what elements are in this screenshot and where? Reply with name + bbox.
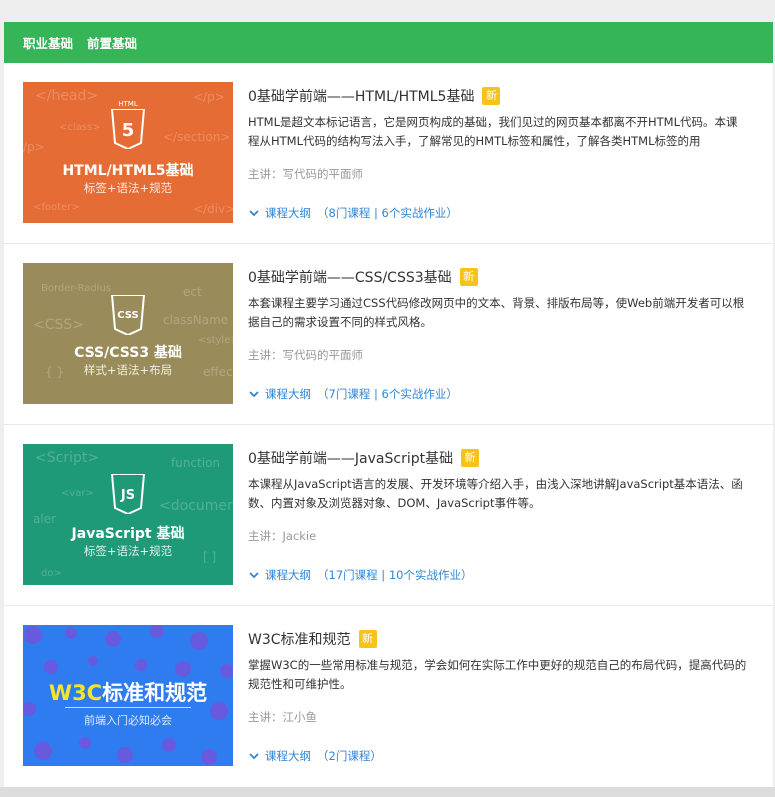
- chevron-down-icon: [249, 210, 259, 217]
- course-title-text[interactable]: W3C标准和规范: [248, 629, 351, 649]
- outline-paren-close: ）: [446, 387, 458, 401]
- html5-shield-icon: 5: [110, 109, 146, 149]
- chevron-down-icon: [249, 391, 259, 398]
- outline-detail: 2门课程: [328, 749, 371, 763]
- outline-label: 课程大纲: [265, 749, 311, 763]
- deco-text: <footer>: [33, 202, 80, 213]
- course-panel: 职业基础 前置基础 </head> </p> <class> </section…: [4, 22, 773, 787]
- course-title[interactable]: W3C标准和规范 新: [248, 629, 377, 649]
- outline-paren-open: （: [317, 206, 329, 220]
- course-description: 掌握W3C的一些常用标准与规范，学会如何在实际工作中更好的规范自己的布局代码，提…: [248, 658, 747, 691]
- deco-text: </section>: [163, 130, 231, 144]
- thumbnail-subtitle: 标签+语法+规范: [83, 544, 173, 558]
- outline-detail: 17门课程 | 10个实战作业: [328, 568, 461, 582]
- course-title-text[interactable]: 0基础学前端——JavaScript基础: [248, 448, 453, 468]
- category-tabs: 职业基础 前置基础: [4, 22, 773, 63]
- course-outline-toggle[interactable]: 课程大纲 （ 8门课程 | 6个实战作业 ）: [248, 205, 458, 221]
- course-teacher: 主讲：Jackie: [248, 529, 317, 543]
- thumbnail-title: HTML/HTML5基础: [62, 163, 194, 179]
- outline-paren-close: ）: [446, 206, 458, 220]
- course-thumbnail-w3c[interactable]: W3C标准和规范 前端入门必知必会: [23, 625, 233, 766]
- thumbnail-subtitle: 样式+语法+布局: [83, 363, 173, 377]
- outline-paren-open: （: [317, 568, 329, 582]
- html-label: HTML: [118, 100, 138, 108]
- course-description: 本套课程主要学习通过CSS代码修改网页中的文本、背景、排版布局等，使Web前端开…: [248, 296, 745, 329]
- course-item-html: </head> </p> <class> </section> /p> <foo…: [4, 63, 773, 244]
- shield-glyph: JS: [120, 488, 135, 503]
- new-badge: 新: [482, 87, 501, 105]
- deco-text: do>: [41, 568, 62, 579]
- deco-text: <Script>: [35, 450, 100, 466]
- deco-text: <class>: [59, 122, 101, 133]
- new-badge: 新: [459, 268, 478, 286]
- outline-paren-open: （: [317, 387, 329, 401]
- thumbnail-title: CSS/CSS3 基础: [74, 345, 182, 361]
- css3-shield-icon: CSS: [110, 295, 146, 335]
- course-teacher: 主讲：江小鱼: [248, 710, 317, 724]
- js-shield-icon: JS: [110, 474, 146, 514]
- deco-text: <CSS>: [33, 317, 85, 333]
- course-thumbnail-javascript[interactable]: <Script> function <var> <document aler […: [23, 444, 233, 585]
- deco-text: </div>: [193, 202, 233, 216]
- course-title[interactable]: 0基础学前端——JavaScript基础 新: [248, 448, 480, 468]
- course-description: 本课程从JavaScript语言的发展、开发环境等介绍入手，由浅入深地讲解Jav…: [248, 477, 743, 510]
- chevron-down-icon: [249, 572, 259, 579]
- course-item-javascript: <Script> function <var> <document aler […: [4, 425, 773, 606]
- course-title[interactable]: 0基础学前端——CSS/CSS3基础 新: [248, 267, 478, 287]
- course-description: HTML是超文本标记语言，它是网页构成的基础，我们见过的网页基本都离不开HTML…: [248, 115, 738, 148]
- outline-label: 课程大纲: [265, 206, 311, 220]
- course-title[interactable]: 0基础学前端——HTML/HTML5基础 新: [248, 86, 501, 106]
- bottom-taskbar-strip: [0, 787, 775, 797]
- deco-text: <var>: [61, 488, 94, 499]
- course-item-css: Border-Radius ect <CSS> className <style…: [4, 244, 773, 425]
- deco-text: /p>: [23, 140, 45, 154]
- outline-detail: 7门课程 | 6个实战作业: [328, 387, 447, 401]
- new-badge: 新: [461, 449, 480, 467]
- deco-text: <document: [159, 498, 233, 514]
- w3c-title-a: W3C: [48, 681, 103, 705]
- course-teacher: 主讲：写代码的平面师: [248, 167, 363, 181]
- w3c-title-b: 标准和规范: [102, 681, 208, 705]
- course-title-text[interactable]: 0基础学前端——HTML/HTML5基础: [248, 86, 474, 106]
- w3c-title: W3C标准和规范: [23, 677, 233, 707]
- outline-detail: 8门课程 | 6个实战作业: [328, 206, 447, 220]
- thumbnail-title: JavaScript 基础: [71, 526, 185, 542]
- tab-career-basics[interactable]: 职业基础: [23, 33, 73, 52]
- course-thumbnail-html[interactable]: </head> </p> <class> </section> /p> <foo…: [23, 82, 233, 223]
- new-badge: 新: [358, 630, 377, 648]
- shield-glyph: CSS: [117, 310, 138, 321]
- course-item-w3c: W3C标准和规范 前端入门必知必会 W3C标准和规范 新 掌握W3C的一些常用标…: [4, 606, 773, 786]
- tab-prerequisite-basics[interactable]: 前置基础: [87, 33, 137, 52]
- course-outline-toggle[interactable]: 课程大纲 （ 2门课程 ）: [248, 748, 382, 764]
- course-teacher: 主讲：写代码的平面师: [248, 348, 363, 362]
- outline-paren-open: （: [317, 749, 329, 763]
- course-title-text[interactable]: 0基础学前端——CSS/CSS3基础: [248, 267, 452, 287]
- outline-paren-close: ）: [370, 749, 382, 763]
- outline-label: 课程大纲: [265, 387, 311, 401]
- deco-text: function: [171, 456, 221, 470]
- deco-text: ect: [183, 285, 202, 299]
- deco-text: Border-Radius: [41, 283, 112, 294]
- w3c-divider: [65, 707, 191, 708]
- outline-label: 课程大纲: [265, 568, 311, 582]
- chevron-down-icon: [249, 753, 259, 760]
- course-outline-toggle[interactable]: 课程大纲 （ 17门课程 | 10个实战作业 ）: [248, 567, 472, 583]
- shield-glyph: 5: [122, 120, 135, 141]
- course-thumbnail-css[interactable]: Border-Radius ect <CSS> className <style…: [23, 263, 233, 404]
- deco-text: className: [163, 313, 229, 327]
- thumbnail-subtitle: 前端入门必知必会: [84, 714, 172, 727]
- thumbnail-subtitle: 标签+语法+规范: [83, 181, 173, 195]
- course-outline-toggle[interactable]: 课程大纲 （ 7门课程 | 6个实战作业 ）: [248, 386, 458, 402]
- outline-paren-close: ）: [460, 568, 473, 582]
